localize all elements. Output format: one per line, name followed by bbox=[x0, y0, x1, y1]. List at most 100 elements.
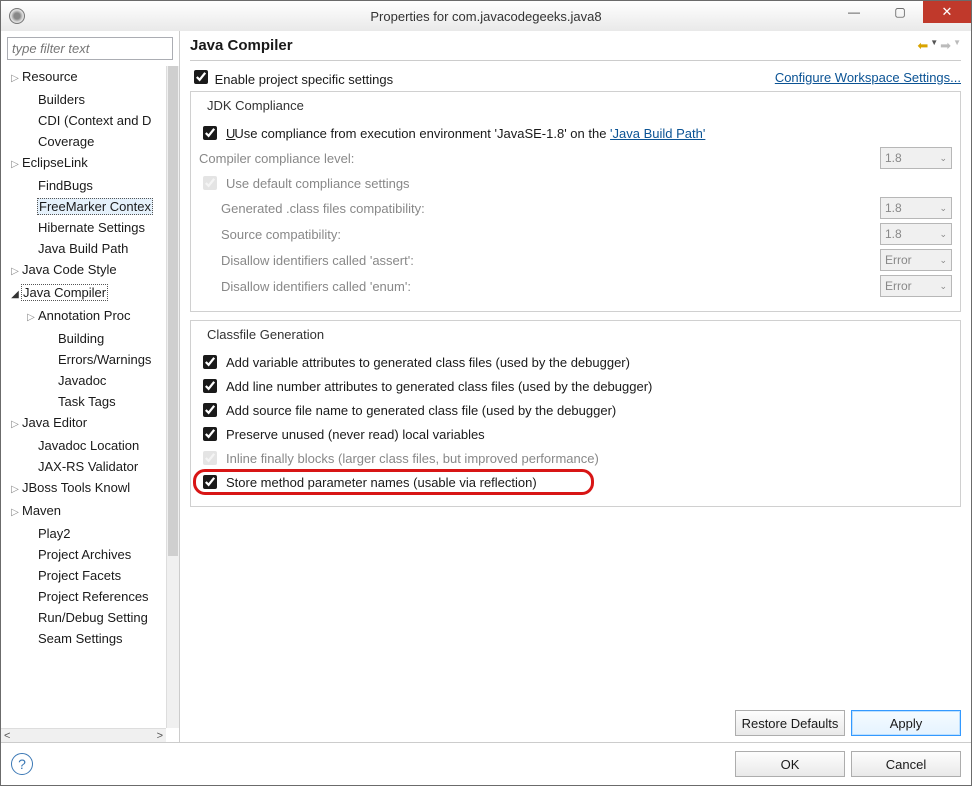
tree-node[interactable]: Project References bbox=[3, 586, 166, 607]
tree-node[interactable]: Java Build Path bbox=[3, 238, 166, 259]
tree-node[interactable]: Task Tags bbox=[3, 391, 166, 412]
tree-node[interactable]: Project Facets bbox=[3, 565, 166, 586]
use-execution-env-checkbox[interactable] bbox=[203, 126, 217, 140]
nav-arrows: ⬅▼ ➡▼ bbox=[917, 38, 961, 54]
expand-icon[interactable]: ▷ bbox=[9, 261, 21, 282]
tree-label: Javadoc bbox=[57, 373, 107, 388]
properties-dialog: Properties for com.javacodegeeks.java8 —… bbox=[0, 0, 972, 786]
window-buttons: — ▢ ✕ bbox=[831, 1, 971, 31]
generated-class-compat-label: Generated .class files compatibility: bbox=[199, 201, 880, 216]
expand-icon[interactable]: ▷ bbox=[25, 307, 37, 328]
tree-node[interactable]: Project Archives bbox=[3, 544, 166, 565]
tree-label: Errors/Warnings bbox=[57, 352, 152, 367]
tree-node[interactable]: Coverage bbox=[3, 131, 166, 152]
tree-node[interactable]: ▷EclipseLink bbox=[3, 152, 166, 175]
forward-icon: ➡ bbox=[940, 38, 951, 54]
add-variable-attributes[interactable]: Add variable attributes to generated cla… bbox=[199, 352, 630, 372]
use-execution-env[interactable]: UUse compliance from execution environme… bbox=[199, 123, 705, 143]
tree-node[interactable]: CDI (Context and D bbox=[3, 110, 166, 131]
tree-label: Project References bbox=[37, 589, 150, 604]
tree-node[interactable]: ▷Maven bbox=[3, 500, 166, 523]
disallow-assert-combo: Error⌄ bbox=[880, 249, 952, 271]
tree-node[interactable]: Builders bbox=[3, 89, 166, 110]
tree-scrollbar-horizontal[interactable]: <> bbox=[1, 728, 166, 742]
tree-node[interactable]: Hibernate Settings bbox=[3, 217, 166, 238]
use-default-compliance-checkbox bbox=[203, 176, 217, 190]
back-icon[interactable]: ⬅ bbox=[917, 38, 928, 54]
tree-node[interactable]: ▷Java Editor bbox=[3, 412, 166, 435]
maximize-button[interactable]: ▢ bbox=[877, 1, 923, 23]
titlebar[interactable]: Properties for com.javacodegeeks.java8 —… bbox=[1, 1, 971, 31]
store-method-parameter-names[interactable]: Store method parameter names (usable via… bbox=[199, 472, 537, 492]
tree-label: Task Tags bbox=[57, 394, 117, 409]
configure-workspace-link[interactable]: Configure Workspace Settings... bbox=[775, 70, 961, 85]
tree-node[interactable]: ▷Annotation Proc bbox=[3, 305, 166, 328]
preserve-unused-locals[interactable]: Preserve unused (never read) local varia… bbox=[199, 424, 485, 444]
enable-project-settings-checkbox[interactable] bbox=[194, 70, 208, 84]
add-line-numbers[interactable]: Add line number attributes to generated … bbox=[199, 376, 652, 396]
main-panel: Java Compiler ⬅▼ ➡▼ Enable project speci… bbox=[180, 31, 971, 742]
tree-node[interactable]: FreeMarker Contex bbox=[3, 196, 166, 217]
expand-icon[interactable]: ▷ bbox=[9, 502, 21, 523]
use-default-compliance: Use default compliance settings bbox=[199, 173, 410, 193]
close-button[interactable]: ✕ bbox=[923, 1, 971, 23]
tree-label: Java Editor bbox=[21, 415, 88, 430]
tree-node[interactable]: ▷JBoss Tools Knowl bbox=[3, 477, 166, 500]
filter-input[interactable] bbox=[7, 37, 173, 60]
ok-button[interactable]: OK bbox=[735, 751, 845, 777]
window-title: Properties for com.javacodegeeks.java8 bbox=[370, 9, 601, 24]
minimize-button[interactable]: — bbox=[831, 1, 877, 23]
tree-label: Maven bbox=[21, 503, 62, 518]
tree-node[interactable]: Javadoc Location bbox=[3, 435, 166, 456]
scroll-thumb[interactable] bbox=[168, 66, 178, 556]
expand-icon[interactable]: ◢ bbox=[9, 284, 21, 305]
tree-node[interactable]: Javadoc bbox=[3, 370, 166, 391]
eclipse-icon bbox=[9, 8, 25, 24]
tree-scrollbar-vertical[interactable] bbox=[166, 66, 179, 728]
tree-label: FindBugs bbox=[37, 178, 94, 193]
tree-label: Coverage bbox=[37, 134, 95, 149]
disallow-assert-label: Disallow identifiers called 'assert': bbox=[199, 253, 880, 268]
tree-label: Java Build Path bbox=[37, 241, 129, 256]
restore-defaults-button[interactable]: Restore Defaults bbox=[735, 710, 845, 736]
jdk-compliance-group: JDK Compliance UUse compliance from exec… bbox=[190, 91, 961, 312]
expand-icon[interactable]: ▷ bbox=[9, 154, 21, 175]
enable-project-settings[interactable]: Enable project specific settings bbox=[190, 67, 393, 87]
tree-node[interactable]: Play2 bbox=[3, 523, 166, 544]
tree-label: Project Facets bbox=[37, 568, 122, 583]
tree-node[interactable]: JAX-RS Validator bbox=[3, 456, 166, 477]
tree-node[interactable]: Building bbox=[3, 328, 166, 349]
dialog-footer: ? OK Cancel bbox=[1, 742, 971, 785]
tree-node[interactable]: ▷Java Code Style bbox=[3, 259, 166, 282]
apply-button[interactable]: Apply bbox=[851, 710, 961, 736]
tree-label: CDI (Context and D bbox=[37, 113, 152, 128]
tree-label: EclipseLink bbox=[21, 155, 89, 170]
tree-node[interactable]: ◢Java Compiler bbox=[3, 282, 166, 305]
tree-label: Run/Debug Setting bbox=[37, 610, 149, 625]
source-compat-label: Source compatibility: bbox=[199, 227, 880, 242]
tree-label: JAX-RS Validator bbox=[37, 459, 139, 474]
expand-icon[interactable]: ▷ bbox=[9, 479, 21, 500]
tree-node[interactable]: Run/Debug Setting bbox=[3, 607, 166, 628]
tree-node[interactable]: Seam Settings bbox=[3, 628, 166, 649]
tree-label: JBoss Tools Knowl bbox=[21, 480, 131, 495]
generated-class-compat-combo: 1.8⌄ bbox=[880, 197, 952, 219]
tree-node[interactable]: ▷Resource bbox=[3, 66, 166, 89]
add-source-filename[interactable]: Add source file name to generated class … bbox=[199, 400, 616, 420]
tree-label: Play2 bbox=[37, 526, 72, 541]
tree-label: Annotation Proc bbox=[37, 308, 132, 323]
tree-label: Hibernate Settings bbox=[37, 220, 146, 235]
disallow-enum-label: Disallow identifiers called 'enum': bbox=[199, 279, 880, 294]
tree-label: Java Compiler bbox=[21, 284, 108, 301]
expand-icon[interactable]: ▷ bbox=[9, 414, 21, 435]
sidebar: ▷ResourceBuildersCDI (Context and DCover… bbox=[1, 31, 180, 742]
cancel-button[interactable]: Cancel bbox=[851, 751, 961, 777]
help-icon[interactable]: ? bbox=[11, 753, 33, 775]
tree-node[interactable]: FindBugs bbox=[3, 175, 166, 196]
tree-node[interactable]: Errors/Warnings bbox=[3, 349, 166, 370]
tree-label: Resource bbox=[21, 69, 79, 84]
dialog-body: ▷ResourceBuildersCDI (Context and DCover… bbox=[1, 31, 971, 742]
java-build-path-link[interactable]: 'Java Build Path' bbox=[610, 126, 705, 141]
tree-label: Builders bbox=[37, 92, 86, 107]
expand-icon[interactable]: ▷ bbox=[9, 68, 21, 89]
